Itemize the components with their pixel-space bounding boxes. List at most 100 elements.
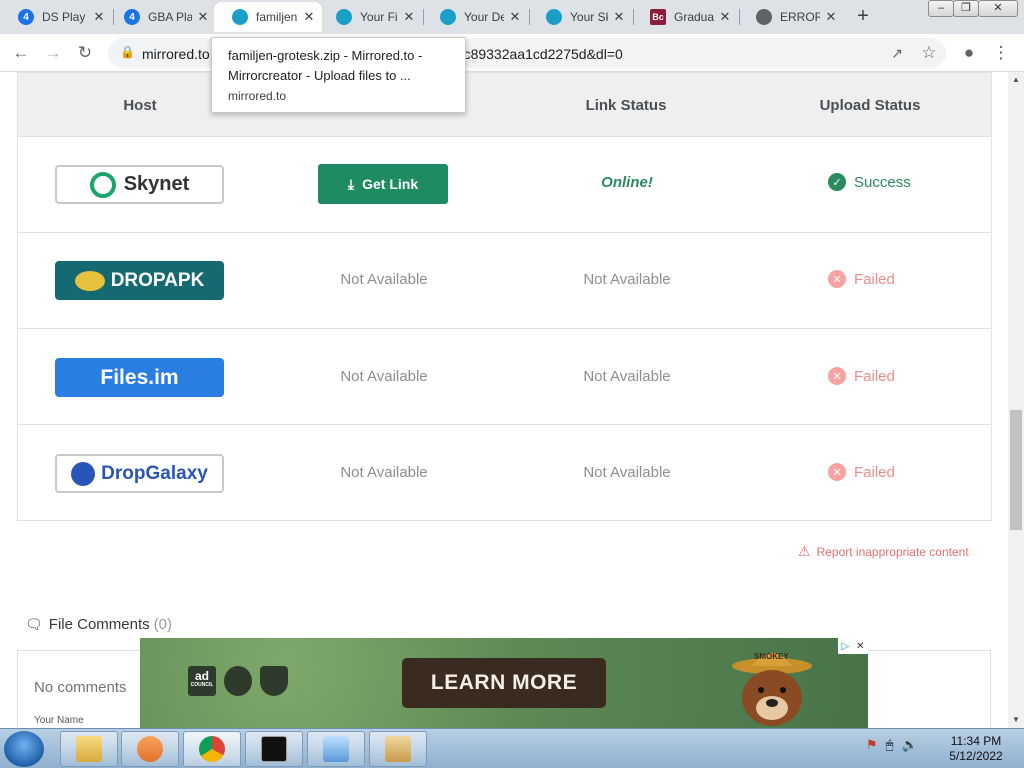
ad-choices-icon[interactable]: ▷ ✕ (838, 638, 868, 654)
tab-close-icon[interactable]: ✕ (718, 9, 732, 25)
taskbar-media-player[interactable] (121, 731, 179, 767)
download-cell: Not Available (340, 271, 428, 288)
share-icon[interactable]: ↗ (886, 42, 908, 64)
tab-ds-play[interactable]: 4 DS Play ✕ (0, 2, 112, 32)
host-name: Skynet (123, 173, 190, 195)
dropapk-mark-icon (74, 270, 105, 291)
tab-close-icon[interactable]: ✕ (612, 9, 626, 25)
start-button[interactable] (4, 731, 44, 767)
x-circle-icon: ✕ (828, 270, 846, 288)
scroll-thumb[interactable] (1010, 410, 1022, 530)
host-name: Files.im (100, 365, 179, 389)
minimize-button[interactable]: – (928, 0, 954, 17)
bookmark-star-icon[interactable]: ☆ (918, 42, 940, 64)
mirrored-favicon-icon (546, 9, 562, 25)
vertical-scrollbar[interactable]: ▲ ▼ (1008, 72, 1024, 728)
taskbar-command-prompt[interactable] (245, 731, 303, 767)
table-row: Files.im Not Available Not Available ✕ F… (18, 329, 991, 425)
back-arrow-icon[interactable]: ← (10, 42, 32, 64)
ad-close-icon[interactable]: ✕ (856, 641, 864, 652)
tab-error[interactable]: ERROR ✕ (738, 2, 844, 32)
taskbar-installer[interactable] (369, 731, 427, 767)
tab-close-icon[interactable]: ✕ (196, 9, 210, 25)
report-link-label: Report inappropriate content (816, 544, 969, 559)
scroll-down-icon[interactable]: ▼ (1008, 712, 1024, 728)
tab-favicon-icon: 4 (18, 9, 34, 25)
header-host: Host (123, 97, 157, 114)
tab-title: DS Play (42, 10, 86, 24)
tab-close-icon[interactable]: ✕ (302, 9, 316, 25)
tab-close-icon[interactable]: ✕ (92, 9, 106, 25)
clock-time: 11:34 PM (950, 734, 1002, 748)
terminal-icon (261, 736, 287, 762)
link-status: Not Available (583, 464, 671, 481)
your-name-label: Your Name (34, 715, 84, 726)
get-link-button[interactable]: ⤓ Get Link (318, 164, 448, 204)
host-name: DROPAPK (110, 269, 205, 291)
upload-status-label: Failed (854, 270, 895, 288)
taskbar-explorer[interactable] (60, 731, 118, 767)
profile-avatar-icon[interactable]: ● (958, 42, 980, 64)
tab-hover-tooltip: familjen-grotesk.zip - Mirrored.to - Mir… (211, 37, 466, 113)
tab-close-icon[interactable]: ✕ (508, 9, 522, 25)
report-link[interactable]: ⚠ Report inappropriate content (798, 543, 969, 560)
system-clock[interactable]: 11:34 PM 5/12/2022 (940, 734, 1012, 764)
tab-familjen[interactable]: familjen ✕ (214, 2, 322, 32)
header-link-status: Link Status (585, 97, 667, 114)
tab-your-de[interactable]: Your De ✕ (422, 2, 528, 32)
tab-your-files[interactable]: Your Fil ✕ (318, 2, 422, 32)
upload-status: ✕ Failed (828, 463, 895, 481)
check-circle-icon: ✓ (828, 173, 846, 191)
clock-date: 5/12/2022 (949, 749, 1003, 763)
host-table: Host Link Status Upload Status Skynet ⤓ … (17, 72, 992, 521)
tab-graduate[interactable]: Bc Gradua ✕ (632, 2, 738, 32)
learn-more-button[interactable]: LEARN MORE (402, 658, 606, 708)
table-row: DropGalaxy Not Available Not Available ✕… (18, 425, 991, 521)
mirrored-favicon-icon (336, 9, 352, 25)
table-row: Skynet ⤓ Get Link Online! ✓ Success (18, 137, 991, 233)
dropgalaxy-logo: DropGalaxy (55, 454, 224, 493)
taskbar-chrome[interactable] (183, 731, 241, 767)
skynet-logo: Skynet (55, 165, 224, 204)
tab-close-icon[interactable]: ✕ (824, 9, 838, 25)
download-icon: ⤓ (347, 175, 355, 192)
tab-your-sk[interactable]: Your Sk ✕ (528, 2, 632, 32)
warning-icon: ⚠ (798, 543, 811, 559)
comment-bubble-icon: 🗨 (25, 616, 43, 632)
tooltip-title-line-1: familjen-grotesk.zip - Mirrored.to - (228, 48, 423, 63)
reload-icon[interactable]: ↻ (74, 42, 96, 64)
header-upload-status: Upload Status (819, 97, 921, 114)
browser-toolbar: ← → ↻ 🔒 mirrored.to e4c89332aa1cd2275d&d… (0, 34, 1024, 72)
windows-taskbar: ⚑ 🖱 🔊 11:34 PM 5/12/2022 (0, 728, 1024, 768)
globe-favicon-icon (756, 9, 772, 25)
menu-kebab-icon[interactable]: ⋮ (990, 42, 1012, 64)
comments-title: File Comments (48, 616, 150, 633)
link-status: Online! (601, 174, 653, 191)
download-cell: Not Available (340, 368, 428, 385)
new-tab-button[interactable]: + (852, 6, 874, 28)
skynet-mark-icon (89, 171, 116, 198)
url-domain: mirrored.to (142, 46, 210, 62)
mirrored-favicon-icon (440, 9, 456, 25)
volume-icon[interactable]: 🔊 (901, 737, 917, 753)
get-link-label: Get Link (362, 176, 419, 192)
tab-close-icon[interactable]: ✕ (402, 9, 416, 25)
package-icon (385, 736, 411, 762)
forward-arrow-icon[interactable]: → (42, 42, 64, 64)
ad-banner[interactable]: ad COUNCIL LEARN MORE SMOKEY ▷ ✕ (140, 638, 868, 728)
tab-favicon-icon: 4 (124, 9, 140, 25)
scroll-up-icon[interactable]: ▲ (1008, 72, 1024, 88)
ad-council-word: COUNCIL (190, 682, 214, 688)
restore-button[interactable]: ❐ (953, 0, 979, 17)
x-circle-icon: ✕ (828, 463, 846, 481)
network-icon[interactable]: 🖱 (886, 737, 894, 753)
host-name: DropGalaxy (101, 462, 208, 484)
bc-favicon-icon: Bc (650, 9, 666, 25)
close-window-button[interactable]: ✕ (978, 0, 1018, 17)
action-center-flag-icon[interactable]: ⚑ (866, 737, 878, 753)
comments-heading: 🗨 File Comments (0) (25, 616, 172, 633)
taskbar-control-panel[interactable] (307, 731, 365, 767)
chrome-icon (199, 736, 225, 762)
x-circle-icon: ✕ (828, 367, 846, 385)
tab-gba-play[interactable]: 4 GBA Pla ✕ (106, 2, 216, 32)
